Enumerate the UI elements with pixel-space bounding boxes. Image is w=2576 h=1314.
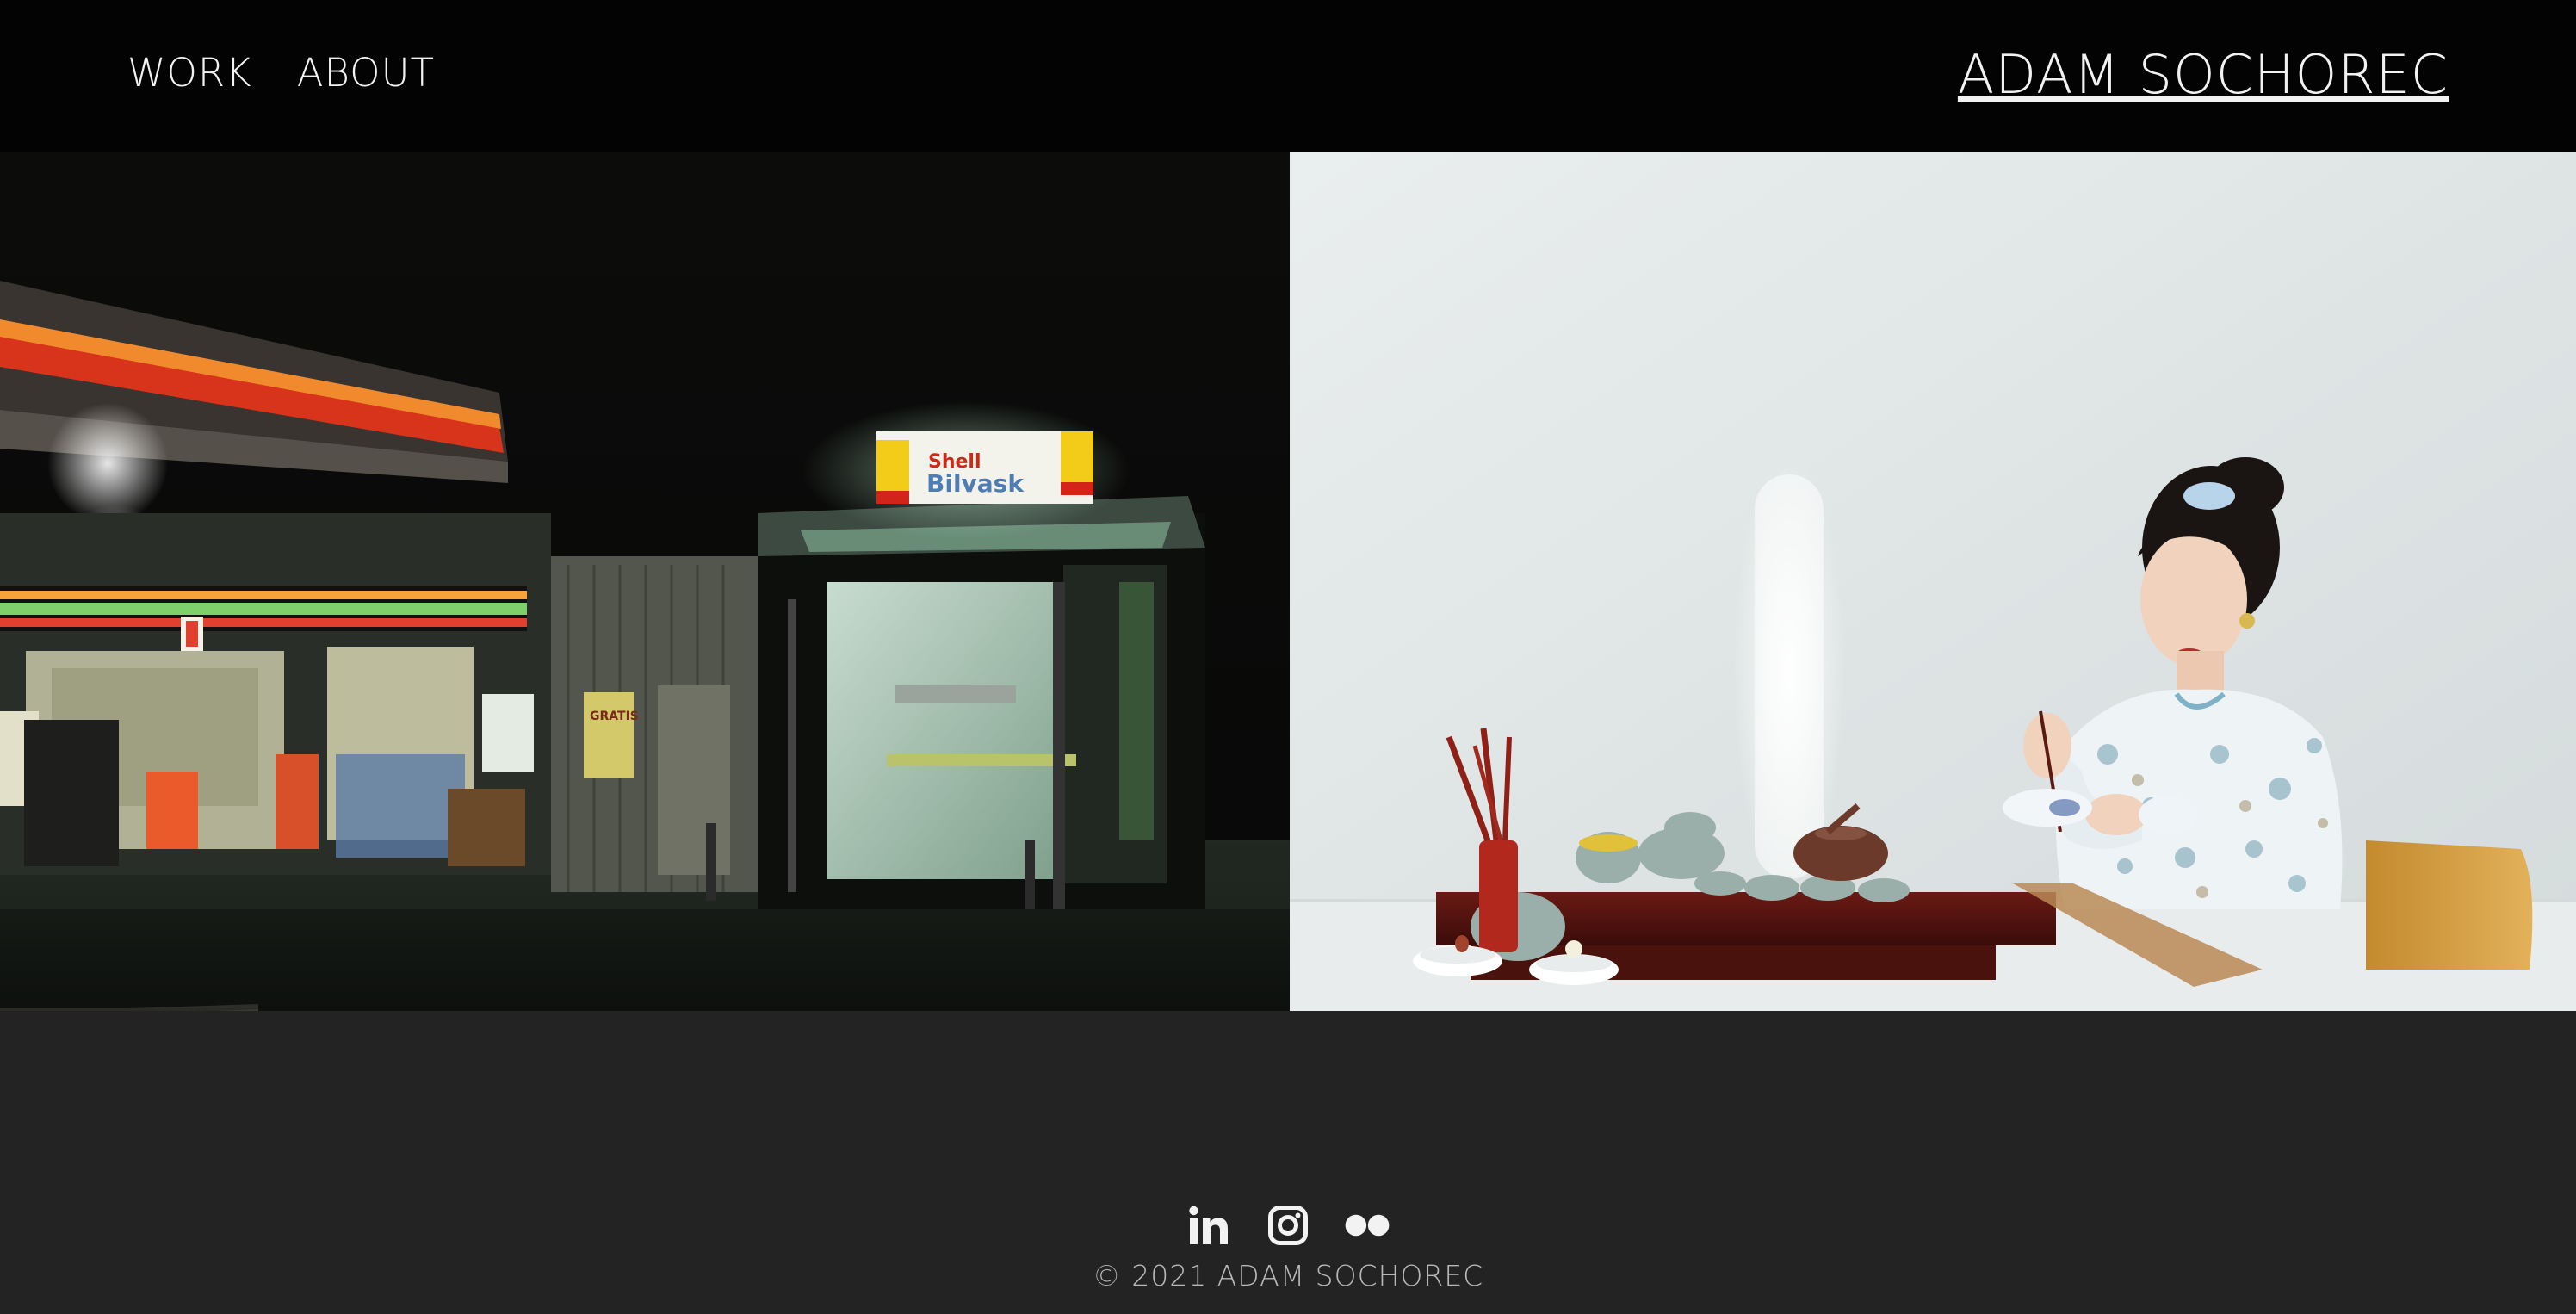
photo-gallery: Shell Bilvask GRATIS (0, 152, 2576, 1011)
gallery-photo-gas-station[interactable]: Shell Bilvask GRATIS (0, 152, 1290, 1011)
linkedin-icon[interactable] (1185, 1201, 1233, 1249)
social-links (0, 1201, 2576, 1249)
tea-ceremony-photo-image (1290, 152, 2576, 1011)
gratis-poster-text: GRATIS (590, 710, 639, 723)
flickr-icon[interactable] (1343, 1201, 1391, 1249)
gallery-photo-tea-ceremony[interactable] (1290, 152, 2576, 1011)
nav-about-link[interactable]: ABOUT (297, 50, 435, 96)
site-title[interactable]: ADAM SOCHOREC (1958, 43, 2449, 106)
nav-work-link[interactable]: WORK (127, 50, 252, 96)
site-header: WORK ABOUT ADAM SOCHOREC (0, 0, 2576, 152)
bilvask-sign-text: Bilvask (926, 469, 1025, 498)
flickr-icon-graphic (1345, 1214, 1390, 1237)
gas-station-photo-image: Shell Bilvask GRATIS (0, 152, 1290, 1011)
instagram-icon[interactable] (1264, 1201, 1312, 1249)
linkedin-icon-graphic (1189, 1206, 1228, 1244)
site-footer: © 2021 ADAM SOCHOREC (0, 1011, 2576, 1314)
copyright-text: © 2021 ADAM SOCHOREC (1092, 1259, 1484, 1292)
instagram-icon-graphic (1268, 1206, 1308, 1245)
main-nav: WORK ABOUT (127, 50, 435, 96)
